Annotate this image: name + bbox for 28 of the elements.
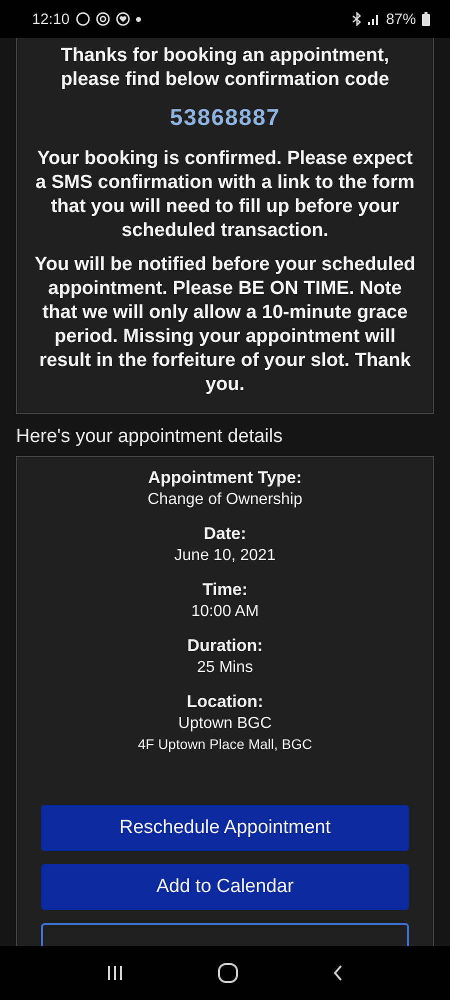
- detail-value: 25 Mins: [196, 658, 253, 678]
- back-icon[interactable]: [333, 965, 343, 981]
- notice-paragraph: Your booking is confirmed. Please expect a SMS confirmation with a link to the form that you will need to fill up before your scheduled transaction.: [34, 147, 416, 243]
- battery-percent: 87%: [386, 10, 416, 28]
- action-button[interactable]: Reschedule Appointment: [41, 805, 409, 851]
- confirmation-code: 53868887: [170, 104, 280, 131]
- thanks-message: Thanks for booking an appointment, please find below confirmation code: [60, 44, 390, 92]
- notice-paragraph: You will be notified before your scheduled appointment. Please BE ON TIME. Note that we will only allow a 10-minute grace period. Missing your appointment will result in the forfeiture of your slot. Thank you.: [34, 253, 416, 397]
- dot-icon: [136, 16, 141, 22]
- detail-value: 10:00 AM: [191, 602, 259, 622]
- detail-label: Appointment Type:: [148, 467, 302, 489]
- signal-icon: [368, 13, 380, 25]
- detail-label: Location:: [186, 691, 264, 713]
- clock-time: 12:10: [32, 10, 70, 28]
- detail-value: June 10, 2021: [174, 546, 276, 566]
- recent-apps-icon[interactable]: [107, 965, 123, 981]
- detail-value: Change of Ownership: [148, 490, 302, 510]
- detail-value: Uptown BGC: [178, 714, 272, 734]
- home-icon[interactable]: [217, 962, 239, 984]
- section-heading: Here's your appointment details: [16, 425, 284, 449]
- detail-label: Time:: [202, 579, 248, 601]
- detail-note: 4F Uptown Place Mall, BGC: [138, 735, 312, 753]
- action-button[interactable]: Add to Calendar: [41, 864, 409, 910]
- battery-icon: [422, 12, 430, 26]
- ring-icon: [96, 12, 110, 26]
- bluetooth-icon: [352, 12, 362, 26]
- detail-label: Date:: [204, 523, 246, 545]
- detail-label: Duration:: [187, 635, 263, 657]
